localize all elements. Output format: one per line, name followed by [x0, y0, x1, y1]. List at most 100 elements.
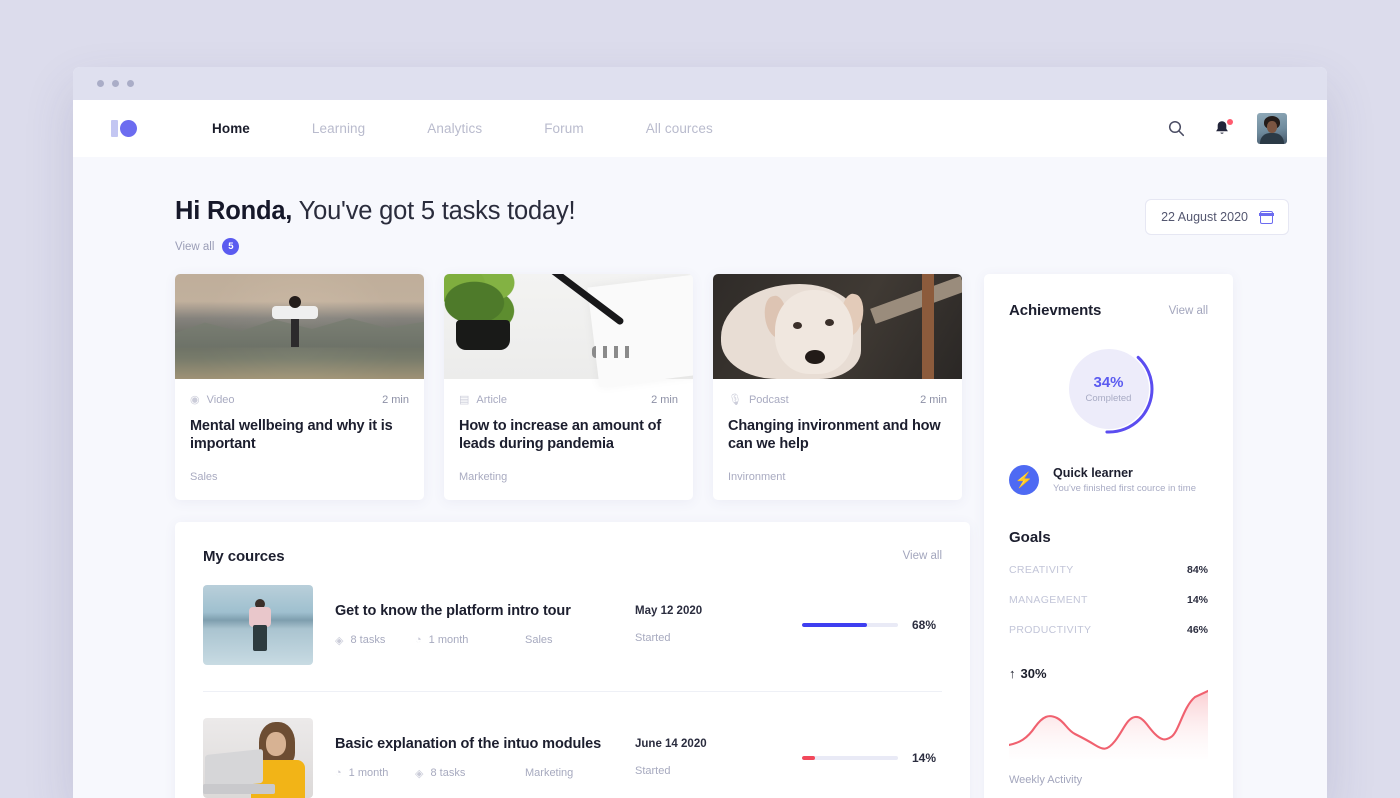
top-navigation-bar: Home Learning Analytics Forum All cource… [73, 100, 1327, 157]
achievement-badge-row[interactable]: ⚡ Quick learner You've finished first co… [1009, 465, 1208, 495]
course-meta: ◈ 8 tasks ◔ 1 month Sales [335, 634, 635, 647]
nav-item-all-cources[interactable]: All cources [615, 121, 744, 136]
course-duration-label: 1 month [428, 634, 469, 647]
card-duration: 2 min [651, 393, 678, 406]
course-tasks-label: 8 tasks [350, 634, 386, 647]
user-avatar[interactable] [1257, 113, 1287, 144]
course-duration: ◔ 1 month [335, 767, 415, 779]
logo-circle-shape [120, 120, 137, 137]
bell-icon[interactable] [1211, 118, 1233, 140]
activity-trend-value: 30% [1020, 666, 1047, 681]
course-duration: ◔ 1 month [415, 634, 525, 646]
course-date: June 14 2020 [635, 738, 707, 751]
achievements-view-all-link[interactable]: View all [1169, 305, 1208, 317]
dashboard-grid: ◉ Video 2 min Mental wellbeing and why i… [175, 274, 1289, 798]
fence-rail-shape [870, 276, 962, 324]
course-info: Get to know the platform intro tour ◈ 8 … [335, 603, 635, 647]
achievement-description: You've finished first cource in time [1053, 483, 1196, 494]
greeting-block: Hi Ronda, You've got 5 tasks today! View… [175, 197, 576, 255]
beach-person-legs-shape [253, 624, 267, 651]
ring-percent: 34% [1093, 374, 1124, 391]
progress-track[interactable] [802, 622, 898, 627]
fence-post-shape [922, 274, 934, 379]
content-card[interactable]: 🎙 Podcast 2 min Changing invironment and… [713, 274, 962, 500]
notebook-shape [587, 274, 693, 387]
laptop-person-face-shape [266, 731, 286, 756]
course-tag[interactable]: Marketing [525, 767, 573, 779]
card-meta: ◉ Video 2 min [190, 393, 409, 407]
panel-header: My cources View all [203, 548, 942, 565]
achievement-text: Quick learner You've finished first cour… [1053, 466, 1196, 494]
course-progress: 68% [802, 618, 942, 632]
avatar-face-shape [1267, 121, 1277, 133]
cources-view-all-link[interactable]: View all [903, 550, 942, 562]
goal-row: MANAGEMENT 14% [1009, 594, 1208, 606]
progress-fill [802, 755, 816, 760]
avatar-body-shape [1260, 133, 1284, 144]
nav-item-analytics[interactable]: Analytics [396, 121, 513, 136]
arrow-up-icon: ↑ [1009, 666, 1016, 681]
card-title: Changing invironment and how can we help [728, 418, 941, 453]
achievements-title: Achievments [1009, 302, 1102, 319]
goals-title: Goals [1009, 529, 1051, 546]
person-head-shape [288, 296, 301, 309]
featured-cards: ◉ Video 2 min Mental wellbeing and why i… [175, 274, 970, 500]
course-date-block: May 12 2020 Started [635, 605, 770, 644]
course-tasks-label: 8 tasks [430, 767, 466, 780]
completion-ring-wrap: 34% Completed [1009, 341, 1208, 437]
window-titlebar [73, 67, 1327, 100]
content-card[interactable]: ◉ Video 2 min Mental wellbeing and why i… [175, 274, 424, 500]
card-tag[interactable]: Invironment [728, 471, 947, 483]
card-type: ◉ Video [190, 393, 235, 407]
card-tag[interactable]: Sales [190, 471, 409, 483]
progress-label: 68% [912, 617, 937, 632]
goal-value: 14% [1186, 594, 1208, 606]
laptop-photo [203, 717, 313, 798]
window-close-dot[interactable] [97, 80, 104, 87]
activity-trend: ↑ 30% [1009, 666, 1208, 681]
brand-logo[interactable] [111, 120, 137, 137]
card-body: ◉ Video 2 min Mental wellbeing and why i… [175, 379, 424, 500]
spiral-binding-shape [592, 346, 636, 358]
beach-person-torso-shape [249, 606, 271, 627]
goal-label: MANAGEMENT [1009, 594, 1088, 606]
nav-item-forum[interactable]: Forum [513, 121, 615, 136]
sparkline-svg [1007, 689, 1210, 759]
card-duration: 2 min [382, 393, 409, 406]
course-row[interactable]: Get to know the platform intro tour ◈ 8 … [203, 565, 942, 665]
task-count-badge: 5 [222, 238, 240, 255]
notification-dot [1227, 118, 1233, 125]
goal-value: 46% [1186, 624, 1208, 636]
clock-icon: ◔ [335, 767, 342, 780]
date-picker[interactable]: 22 August 2020 [1145, 199, 1289, 235]
laptop-base-shape [203, 783, 275, 794]
nav-item-home[interactable]: Home [181, 121, 281, 136]
card-type: 🎙 Podcast [728, 393, 789, 407]
goal-value: 84% [1186, 564, 1208, 576]
nav-actions [1165, 113, 1287, 144]
dog-eye-left-shape [793, 322, 802, 329]
search-icon[interactable] [1165, 118, 1187, 140]
course-row[interactable]: Basic explanation of the intuo modules ◔… [203, 690, 942, 798]
card-body: 🎙 Podcast 2 min Changing invironment and… [713, 379, 962, 500]
course-tag[interactable]: Sales [525, 634, 553, 646]
window-minimize-dot[interactable] [112, 80, 119, 87]
nav-item-learning[interactable]: Learning [281, 121, 396, 136]
goal-label: PRODUCTIVITY [1009, 624, 1092, 636]
course-title: Get to know the platform intro tour [335, 602, 571, 619]
content-card[interactable]: ▤ Article 2 min How to increase an amoun… [444, 274, 693, 500]
video-icon: ◉ [190, 394, 200, 406]
progress-track[interactable] [802, 755, 898, 760]
course-date: May 12 2020 [635, 605, 703, 618]
tasks-view-all-link[interactable]: View all [175, 241, 214, 253]
card-tag[interactable]: Marketing [459, 471, 678, 483]
achievements-header: Achievments View all [1009, 302, 1208, 319]
progress-label: 14% [912, 750, 937, 765]
logo-bar-shape [111, 120, 118, 137]
laptop-screen-shape [205, 748, 263, 789]
ring-sublabel: Completed [1085, 393, 1132, 404]
calendar-icon [1259, 210, 1274, 224]
window-maximize-dot[interactable] [127, 80, 134, 87]
card-meta: ▤ Article 2 min [459, 393, 678, 407]
clock-icon: ◔ [415, 634, 422, 647]
